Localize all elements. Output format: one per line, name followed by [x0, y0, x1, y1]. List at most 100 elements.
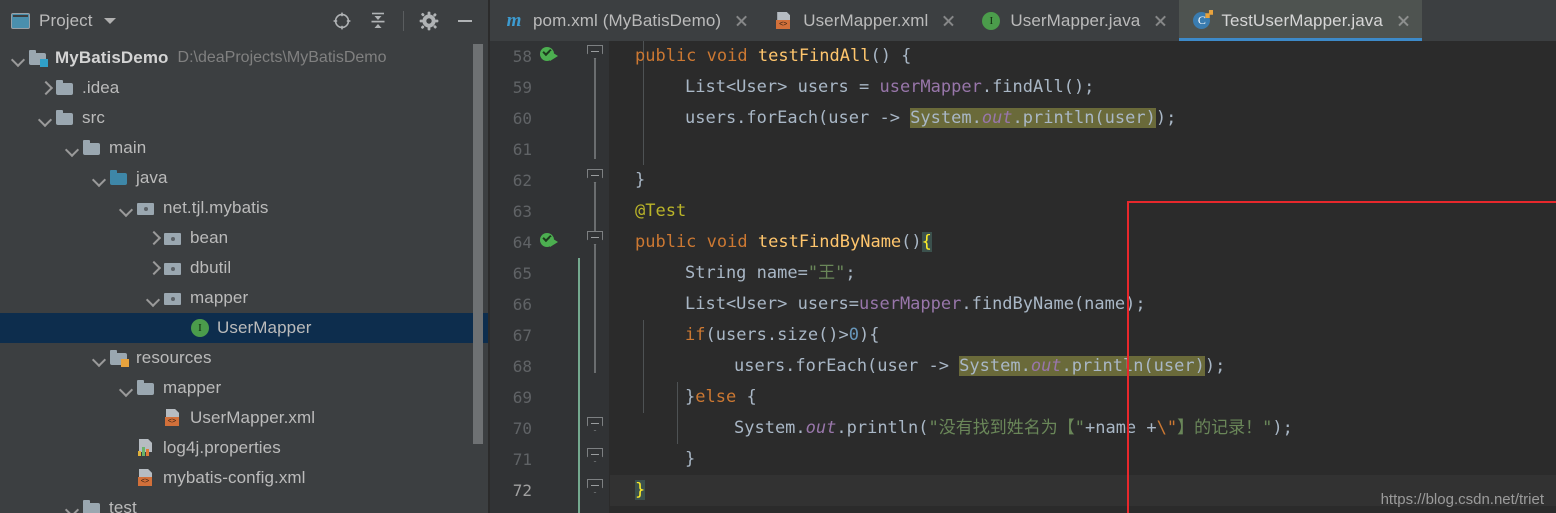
fold-marker-icon[interactable] — [587, 448, 603, 462]
fold-marker-icon[interactable] — [587, 479, 603, 493]
tree-item-bean[interactable]: bean — [0, 223, 490, 253]
close-icon[interactable] — [1396, 13, 1411, 28]
tree-item-java[interactable]: java — [0, 163, 490, 193]
tree-item-log4j-properties[interactable]: log4j.properties — [0, 433, 490, 463]
tree-item-mapper[interactable]: mapper — [0, 283, 490, 313]
editor-tab-label: UserMapper.xml — [803, 10, 929, 30]
indent-guide — [643, 320, 644, 413]
run-test-icon[interactable] — [540, 46, 560, 66]
fold-marker-icon[interactable] — [587, 169, 603, 183]
package-icon — [163, 229, 183, 247]
code-line: public void testFindByName(){ — [635, 232, 932, 252]
tree-item-label: UserMapper.xml — [190, 408, 316, 427]
maven-icon: m — [506, 9, 522, 31]
code-line: } — [685, 449, 696, 469]
project-tree[interactable]: MyBatisDemo D:\deaProjects\MyBatisDemo .id… — [0, 41, 490, 513]
interface-icon: I — [190, 319, 210, 337]
chevron-down-icon[interactable] — [103, 17, 116, 24]
editor-tab-usermapper[interactable]: I UserMapper.java — [967, 0, 1180, 41]
tree-item-label: bean — [190, 228, 229, 247]
editor-gutter[interactable]: 58 59 60 61 62 63 64 65 66 67 68 69 70 71 72 — [490, 41, 610, 513]
chevron-down-icon[interactable] — [10, 50, 26, 66]
line-number: 63 — [512, 202, 532, 221]
collapse-all-icon[interactable] — [367, 10, 389, 32]
package-icon — [163, 259, 183, 277]
chevron-right-icon[interactable] — [145, 230, 161, 246]
close-icon[interactable] — [1153, 13, 1168, 28]
tree-item-label: main — [109, 138, 147, 157]
project-window-icon — [11, 12, 30, 29]
tree-item-test[interactable]: test — [0, 493, 490, 513]
fold-line — [594, 181, 596, 373]
locate-icon[interactable] — [331, 10, 353, 32]
tree-item-usermapper-xml[interactable]: <> UserMapper.xml — [0, 403, 490, 433]
project-tool-window-title[interactable]: Project — [11, 11, 116, 31]
tree-item-mybatisdemo[interactable]: MyBatisDemo D:\deaProjects\MyBatisDemo — [0, 43, 490, 73]
folder-icon — [136, 379, 156, 397]
tree-item-label: test — [109, 498, 137, 513]
chevron-down-icon[interactable] — [118, 200, 134, 216]
tree-item-label: MyBatisDemo — [55, 48, 169, 67]
fold-marker-icon[interactable] — [587, 417, 603, 431]
code-line: List<User> users = userMapper.findAll(); — [685, 77, 1095, 97]
chevron-down-icon[interactable] — [91, 170, 107, 186]
tool-window-title-label: Project — [39, 10, 93, 30]
fold-marker-icon[interactable] — [587, 231, 603, 245]
chevron-down-icon[interactable] — [145, 290, 161, 306]
tree-item-label: mybatis-config.xml — [163, 468, 306, 487]
gear-icon[interactable] — [418, 10, 440, 32]
chevron-right-icon[interactable] — [145, 260, 161, 276]
chevron-down-icon[interactable] — [91, 350, 107, 366]
tree-item-src[interactable]: src — [0, 103, 490, 133]
code-line: users.forEach(user -> System.out.println… — [734, 356, 1226, 376]
tree-item-idea[interactable]: .idea — [0, 73, 490, 103]
code-line: @Test — [635, 201, 687, 221]
tree-item-mapper[interactable]: mapper — [0, 373, 490, 403]
chevron-down-icon[interactable] — [37, 110, 53, 126]
line-number: 60 — [512, 109, 532, 128]
editor-tab-pom[interactable]: m pom.xml (MyBatisDemo) — [490, 0, 761, 41]
minimize-icon[interactable] — [454, 10, 476, 32]
tree-item-path: D:\deaProjects\MyBatisDemo — [177, 49, 387, 66]
project-tool-window: Project MyBatisDemo D:\deaProjects\MyBat… — [0, 0, 490, 513]
line-number: 71 — [512, 450, 532, 469]
code-line: String name="王"; — [685, 263, 856, 283]
tree-item-label: log4j.properties — [163, 438, 281, 457]
chevron-down-icon[interactable] — [64, 140, 80, 156]
folder-icon — [82, 139, 102, 157]
tree-item-main[interactable]: main — [0, 133, 490, 163]
close-icon[interactable] — [734, 13, 749, 28]
xml-file-icon: <> — [136, 469, 156, 487]
chevron-down-icon[interactable] — [118, 380, 134, 396]
code-text[interactable]: public void testFindAll() { List<User> u… — [610, 41, 1556, 513]
line-number: 72 — [512, 481, 532, 500]
run-test-icon[interactable] — [540, 232, 560, 252]
fold-rail — [587, 41, 603, 513]
chevron-right-icon[interactable] — [37, 80, 53, 96]
tree-item-label: .idea — [82, 78, 120, 97]
toolbar-divider — [403, 10, 404, 31]
editor-tab-bar: m pom.xml (MyBatisDemo) <> UserMapper.xml I U… — [490, 0, 1556, 41]
fold-marker-icon[interactable] — [587, 45, 603, 59]
tree-item-resources[interactable]: resources — [0, 343, 490, 373]
editor-tab-testusermapper[interactable]: C TestUserMapper.java — [1179, 0, 1422, 41]
package-icon — [163, 289, 183, 307]
tree-item-net-tjl-mybatis[interactable]: net.tjl.mybatis — [0, 193, 490, 223]
editor-tab-usermapper[interactable]: <> UserMapper.xml — [760, 0, 968, 41]
tree-item-mybatis-config-xml[interactable]: <> mybatis-config.xml — [0, 463, 490, 493]
chevron-down-icon[interactable] — [64, 500, 80, 513]
close-icon[interactable] — [941, 13, 956, 28]
line-number: 62 — [512, 171, 532, 190]
code-editor[interactable]: 58 59 60 61 62 63 64 65 66 67 68 69 70 71 72 public vo… — [490, 41, 1556, 513]
tool-window-actions — [331, 10, 480, 32]
tree-item-usermapper[interactable]: I UserMapper — [0, 313, 490, 343]
source-folder-icon — [109, 169, 129, 187]
tree-item-label: UserMapper — [217, 318, 312, 337]
tree-item-dbutil[interactable]: dbutil — [0, 253, 490, 283]
interface-icon: I — [981, 11, 1001, 30]
idea-window: Project MyBatisDemo D:\deaProjects\MyBat… — [0, 0, 1556, 513]
folder-icon — [82, 499, 102, 513]
sidebar-scrollbar-thumb[interactable] — [473, 44, 483, 444]
